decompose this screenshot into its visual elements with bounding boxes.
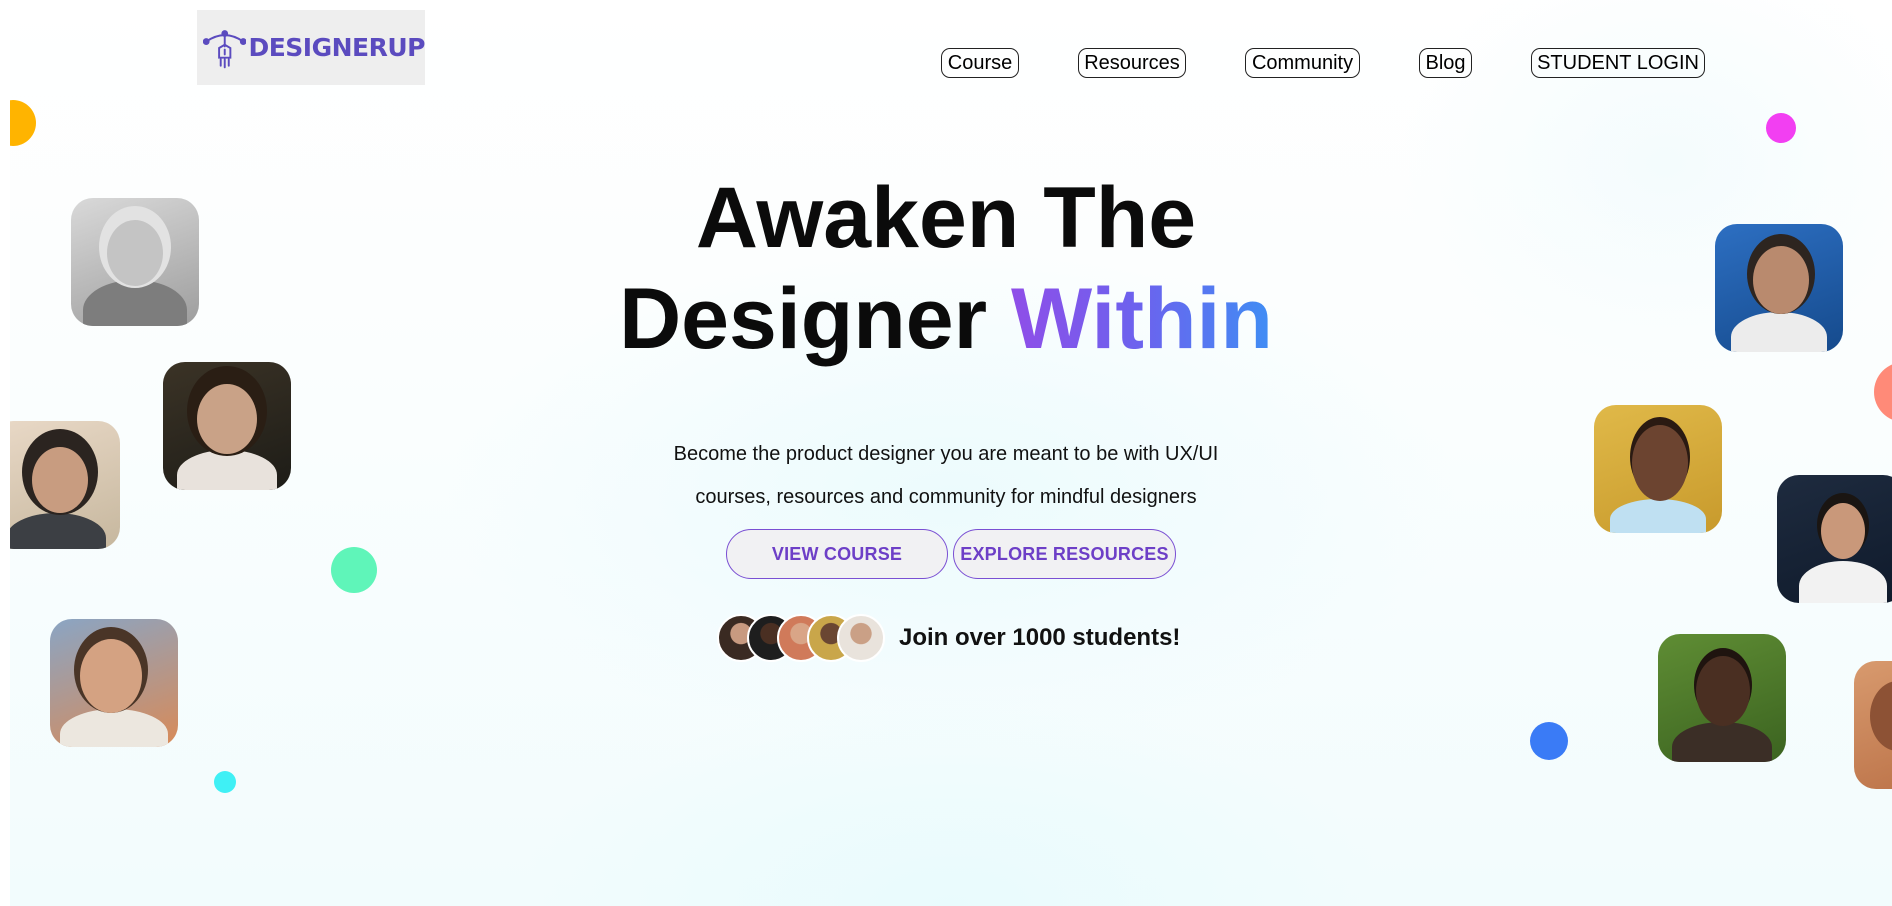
hero-title-line1: Awaken The (695, 170, 1197, 266)
hero-title-plain-word: Designer (619, 271, 988, 367)
portrait-photo-9 (1854, 661, 1892, 789)
hero-title-line2: Designer Within (0, 269, 1892, 369)
students-count-text: Join over 1000 students! (899, 624, 1181, 651)
portrait-photo-8 (1658, 634, 1786, 762)
portrait-photo-4 (50, 619, 178, 747)
decor-dot-green (331, 547, 377, 593)
decor-dot-cyan (214, 771, 236, 793)
students-social-proof: Join over 1000 students! (717, 612, 1180, 664)
decor-dot-blue (1530, 722, 1568, 760)
nav-blog[interactable]: Blog (1419, 48, 1472, 78)
hero-subtitle-line1: Become the product designer you are mean… (673, 443, 1219, 465)
decor-dot-yellow (10, 100, 36, 146)
nav-course[interactable]: Course (941, 48, 1019, 78)
nav-resources[interactable]: Resources (1078, 48, 1186, 78)
explore-resources-button[interactable]: EXPLORE RESOURCES (953, 529, 1176, 579)
nav-student-login[interactable]: STUDENT LOGIN (1531, 48, 1705, 78)
decor-dot-magenta (1766, 113, 1796, 143)
hero-subtitle-line2: courses, resources and community for min… (695, 486, 1197, 508)
decor-dot-salmon (1874, 362, 1892, 422)
top-navigation: Course Resources Community Blog STUDENT … (0, 48, 1892, 80)
hero-title-accent-word: Within (1011, 271, 1273, 367)
view-course-button[interactable]: VIEW COURSE (726, 529, 948, 579)
nav-community[interactable]: Community (1245, 48, 1360, 78)
student-avatar (837, 614, 885, 662)
